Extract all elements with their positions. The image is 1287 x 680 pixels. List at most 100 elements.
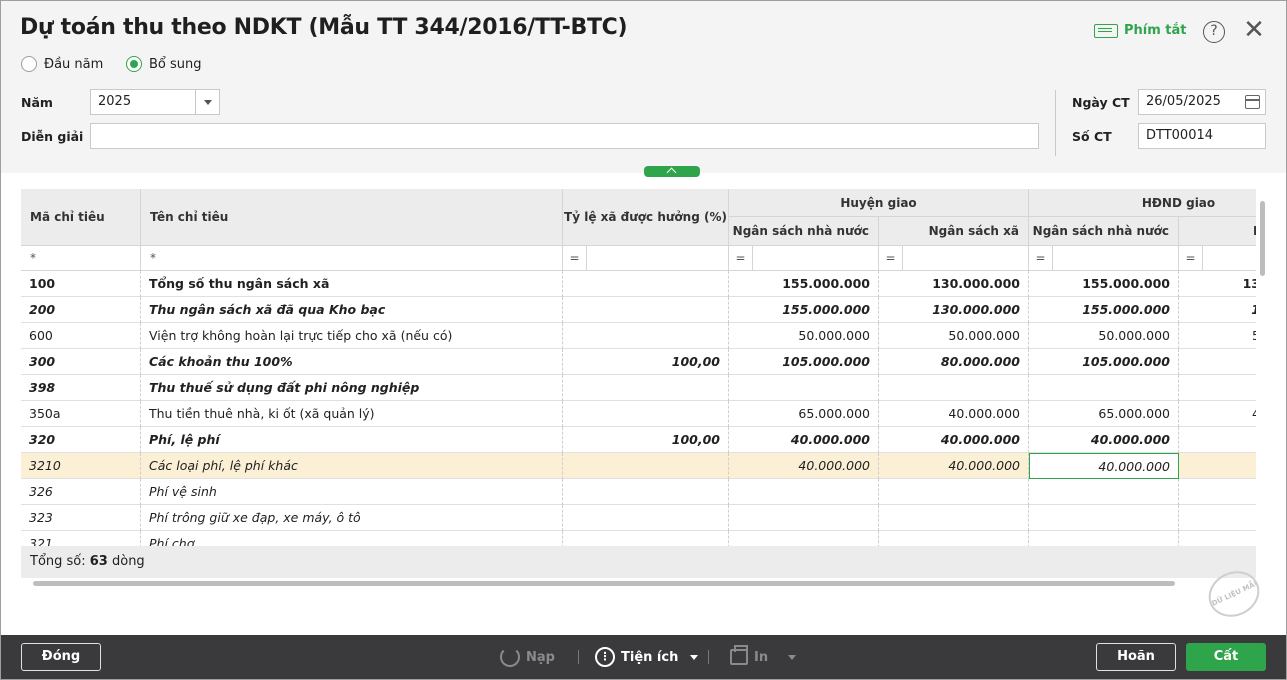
- filter-operator[interactable]: =: [1179, 246, 1203, 270]
- filter-hd-nsnn[interactable]: =: [1029, 246, 1179, 271]
- cell-hg-nsx[interactable]: 40.000.000: [879, 453, 1029, 479]
- cancel-button[interactable]: Hoãn: [1096, 643, 1176, 671]
- cell-hd-nsnn[interactable]: [1029, 375, 1179, 401]
- cell-name[interactable]: Các loại phí, lệ phí khác: [141, 453, 563, 479]
- cell-code[interactable]: 600: [21, 323, 141, 349]
- cell-hd-nsnn[interactable]: 65.000.000: [1029, 401, 1179, 427]
- cell-ratio[interactable]: 100,00: [563, 349, 729, 375]
- scroll-thumb[interactable]: [33, 581, 1175, 586]
- cell-hg-nsnn[interactable]: 40.000.000: [729, 427, 879, 453]
- collapse-header-button[interactable]: [644, 166, 700, 177]
- cell-hg-nsx[interactable]: [879, 505, 1029, 531]
- cell-code[interactable]: 321: [21, 531, 141, 546]
- table-row[interactable]: 200 Thu ngân sách xã đã qua Kho bạc 155.00…: [21, 297, 1256, 323]
- cell-hg-nsx[interactable]: 130.000.000: [879, 297, 1029, 323]
- shortcut-button[interactable]: Phím tắt: [1094, 23, 1187, 38]
- table-row[interactable]: 321 Phí chợ: [21, 531, 1256, 546]
- cell-code[interactable]: 300: [21, 349, 141, 375]
- save-button[interactable]: Cất: [1186, 643, 1266, 671]
- cell-name[interactable]: Các khoản thu 100%: [141, 349, 563, 375]
- cell-hg-nsnn[interactable]: 155.000.000: [729, 297, 879, 323]
- cell-hd-nsx[interactable]: [1179, 375, 1256, 401]
- cell-code[interactable]: 398: [21, 375, 141, 401]
- cell-hg-nsx[interactable]: 50.000.000: [879, 323, 1029, 349]
- filter-name[interactable]: *: [141, 246, 563, 271]
- cell-ratio[interactable]: [563, 271, 729, 297]
- table-row[interactable]: 398 Thu thuế sử dụng đất phi nông nghiệp: [21, 375, 1256, 401]
- cell-hg-nsx[interactable]: [879, 479, 1029, 505]
- scroll-thumb[interactable]: [1260, 201, 1265, 276]
- cell-name[interactable]: Tổng số thu ngân sách xã: [141, 271, 563, 297]
- table-row[interactable]: 326 Phí vệ sinh: [21, 479, 1256, 505]
- help-icon[interactable]: ?: [1203, 21, 1225, 43]
- cell-hd-nsx[interactable]: 13: [1179, 271, 1256, 297]
- cell-hg-nsx[interactable]: 130.000.000: [879, 271, 1029, 297]
- cell-code[interactable]: 3210: [21, 453, 141, 479]
- chevron-down-icon[interactable]: [195, 90, 219, 114]
- cell-hg-nsnn[interactable]: 50.000.000: [729, 323, 879, 349]
- cell-ratio[interactable]: [563, 297, 729, 323]
- filter-operator[interactable]: =: [879, 246, 903, 270]
- cell-ratio[interactable]: [563, 453, 729, 479]
- cell-hg-nsnn[interactable]: 40.000.000: [729, 453, 879, 479]
- cell-ratio[interactable]: [563, 479, 729, 505]
- cell-hd-nsnn[interactable]: 50.000.000: [1029, 323, 1179, 349]
- cell-hd-nsx[interactable]: [1179, 349, 1256, 375]
- year-select[interactable]: 2025: [90, 89, 220, 115]
- cell-hd-nsnn[interactable]: [1029, 479, 1179, 505]
- table-row[interactable]: 600 Viện trợ không hoàn lại trực tiếp cho…: [21, 323, 1256, 349]
- cell-code[interactable]: 323: [21, 505, 141, 531]
- cell-ratio[interactable]: [563, 505, 729, 531]
- vertical-scrollbar[interactable]: [1257, 189, 1267, 578]
- table-row[interactable]: 350a Thu tiền thuê nhà, ki ốt (xã quản lý…: [21, 401, 1256, 427]
- filter-operator[interactable]: =: [563, 246, 587, 270]
- cell-hd-nsx[interactable]: 5: [1179, 323, 1256, 349]
- filter-ratio[interactable]: =: [563, 246, 729, 271]
- cell-hg-nsnn[interactable]: [729, 531, 879, 546]
- cell-hd-nsnn[interactable]: 155.000.000: [1029, 271, 1179, 297]
- cell-ratio[interactable]: [563, 375, 729, 401]
- cell-hg-nsx[interactable]: 40.000.000: [879, 427, 1029, 453]
- cell-name[interactable]: Phí trông giữ xe đạp, xe máy, ô tô: [141, 505, 563, 531]
- filter-code[interactable]: *: [21, 246, 141, 271]
- description-input[interactable]: [90, 123, 1039, 149]
- cell-hd-nsx[interactable]: [1179, 505, 1256, 531]
- radio-bo-sung[interactable]: Bổ sung: [126, 56, 202, 72]
- cell-code[interactable]: 320: [21, 427, 141, 453]
- col-header-hg-nsnn[interactable]: Ngân sách nhà nước: [729, 217, 879, 246]
- filter-hg-nsx[interactable]: =: [879, 246, 1029, 271]
- close-icon[interactable]: ✕: [1242, 17, 1266, 43]
- cell-name[interactable]: Thu tiền thuê nhà, ki ốt (xã quản lý): [141, 401, 563, 427]
- cell-code[interactable]: 100: [21, 271, 141, 297]
- cell-hg-nsnn[interactable]: [729, 375, 879, 401]
- filter-operator[interactable]: =: [729, 246, 753, 270]
- cell-hd-nsnn[interactable]: [1029, 531, 1179, 546]
- cell-hg-nsx[interactable]: 80.000.000: [879, 349, 1029, 375]
- cell-hg-nsnn[interactable]: 155.000.000: [729, 271, 879, 297]
- cell-hd-nsx[interactable]: [1179, 479, 1256, 505]
- calendar-icon[interactable]: [1245, 95, 1260, 109]
- radio-dau-nam[interactable]: Đầu năm: [21, 56, 103, 72]
- cell-hd-nsx[interactable]: [1179, 427, 1256, 453]
- cell-hd-nsx[interactable]: 4: [1179, 401, 1256, 427]
- cell-hd-nsnn[interactable]: 40.000.000: [1029, 427, 1179, 453]
- cell-code[interactable]: 200: [21, 297, 141, 323]
- doc-no-input[interactable]: DTT00014: [1138, 123, 1266, 149]
- filter-hg-nsnn[interactable]: =: [729, 246, 879, 271]
- filter-operator[interactable]: =: [1029, 246, 1053, 270]
- horizontal-scrollbar[interactable]: [21, 578, 1256, 588]
- filter-hd-nsx[interactable]: =: [1179, 246, 1256, 271]
- table-row[interactable]: 3210 Các loại phí, lệ phí khác 40.000.000 4…: [21, 453, 1256, 479]
- table-row[interactable]: 320 Phí, lệ phí 100,00 40.000.000 40.000.000…: [21, 427, 1256, 453]
- cell-hg-nsnn[interactable]: [729, 479, 879, 505]
- col-header-name[interactable]: Tên chỉ tiêu: [141, 189, 563, 246]
- cell-code[interactable]: 326: [21, 479, 141, 505]
- cell-name[interactable]: Phí, lệ phí: [141, 427, 563, 453]
- utility-menu-button[interactable]: ⋮ Tiện ích: [595, 643, 699, 671]
- table-row[interactable]: 100 Tổng số thu ngân sách xã 155.000.000 13…: [21, 271, 1256, 297]
- cell-code[interactable]: 350a: [21, 401, 141, 427]
- cell-name[interactable]: Thu thuế sử dụng đất phi nông nghiệp: [141, 375, 563, 401]
- cell-hd-nsnn[interactable]: 40.000.000: [1029, 453, 1179, 479]
- cell-hg-nsnn[interactable]: 65.000.000: [729, 401, 879, 427]
- cell-ratio[interactable]: [563, 323, 729, 349]
